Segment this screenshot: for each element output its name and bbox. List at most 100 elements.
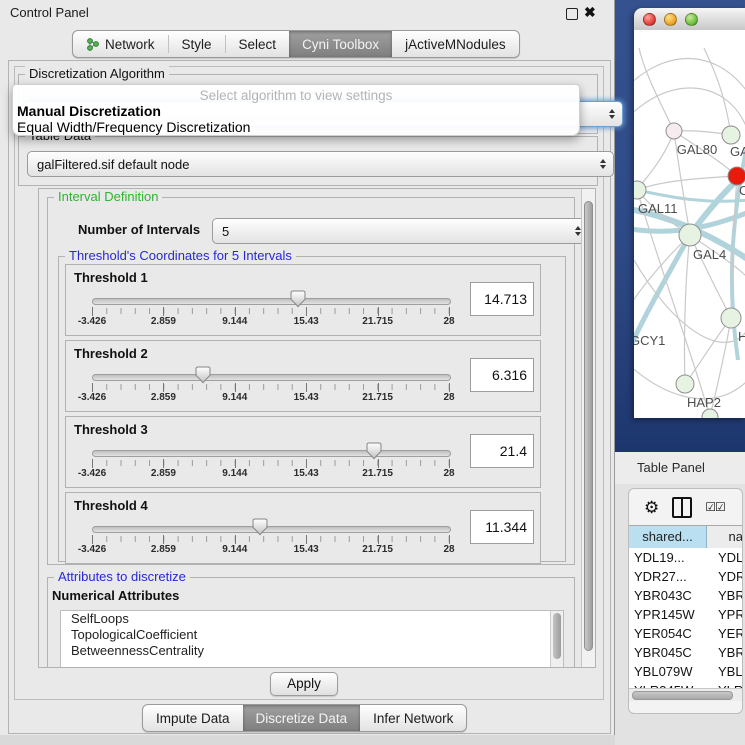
slider-tick-label: 9.144: [222, 316, 247, 327]
slider-major-tick: [378, 535, 379, 544]
slider-handle[interactable]: [290, 290, 306, 308]
top-tab-strip: Network Style Select Cyni ToolboxjActiveMNo…: [72, 30, 520, 58]
slider-major-tick: [449, 307, 450, 316]
threshold-slider[interactable]: -3.4262.8599.14415.4321.71528: [92, 341, 449, 411]
slider-major-tick: [306, 307, 307, 316]
table-row[interactable]: YDL19...YDL1: [629, 548, 743, 567]
tab-impute-data[interactable]: Impute Data: [143, 705, 243, 731]
network-node-gal4[interactable]: [679, 224, 701, 246]
slider-major-tick: [163, 535, 164, 544]
slider-tick-label: -3.426: [78, 468, 106, 479]
slider-major-tick: [378, 307, 379, 316]
number-of-intervals-combo[interactable]: 5: [212, 218, 589, 244]
attribute-item-topologicalcoefficient[interactable]: TopologicalCoefficient: [61, 627, 563, 643]
tab-select[interactable]: Select: [226, 31, 290, 57]
slider-handle[interactable]: [252, 518, 268, 536]
table-row[interactable]: YBR043CYBR0: [629, 586, 743, 605]
group-title: Threshold's Coordinates for 5 Intervals: [65, 248, 296, 263]
table-data-group: Table Data galFiltered.sif default node: [18, 136, 598, 186]
cell-shared-name: YBR043C: [629, 586, 708, 605]
table-horizontal-scrollbar[interactable]: [629, 688, 742, 701]
tab-network[interactable]: Network: [73, 31, 168, 57]
network-node-label: GAL11: [638, 201, 678, 216]
attribute-item-betweennesscentrality[interactable]: BetweennessCentrality: [61, 643, 563, 659]
select-columns-icon[interactable]: ☑☑: [705, 500, 725, 514]
threshold-panel: Threshold 2-3.4262.8599.14415.4321.71528…: [65, 340, 541, 412]
list-scrollbar[interactable]: [550, 611, 563, 667]
tab-discretize-data[interactable]: Discretize Data: [243, 705, 361, 731]
network-node-gal80[interactable]: [666, 123, 682, 139]
popup-option-equal-width-frequency-discretization[interactable]: Equal Width/Frequency Discretization: [16, 119, 576, 135]
tab-jactivemnodules[interactable]: jActiveMNodules: [392, 31, 519, 57]
threshold-slider[interactable]: -3.4262.8599.14415.4321.71528: [92, 265, 449, 335]
tab-infer-network[interactable]: Infer Network: [360, 705, 466, 731]
tab-style[interactable]: Style: [169, 31, 225, 57]
column-header-shared-name[interactable]: shared...: [629, 526, 707, 548]
cell-name: YDR2: [708, 567, 743, 586]
slider-handle[interactable]: [366, 442, 382, 460]
numerical-attributes-list: SelfLoopsTopologicalCoefficientBetweenne…: [60, 610, 564, 668]
table-row[interactable]: YDR27...YDR2: [629, 567, 743, 586]
slider-tick-label: 9.144: [222, 544, 247, 555]
attribute-item-selfloops[interactable]: SelfLoops: [61, 611, 563, 627]
slider-track: [92, 526, 451, 533]
popup-option-manual-discretization[interactable]: Manual Discretization: [16, 103, 576, 119]
threshold-value-field[interactable]: 21.4: [470, 434, 534, 468]
apply-button[interactable]: Apply: [270, 672, 338, 696]
table-row[interactable]: YER054CYER0: [629, 624, 743, 643]
number-of-intervals-value: 5: [222, 224, 229, 239]
network-node-h[interactable]: [721, 308, 741, 328]
mac-zoom-button[interactable]: [685, 13, 698, 26]
network-view-window: GAL80GACGAL11GAL4GCY1HHAP2: [634, 8, 745, 418]
close-icon[interactable]: ✖: [584, 4, 596, 21]
threshold-slider[interactable]: -3.4262.8599.14415.4321.71528: [92, 493, 449, 563]
table-row[interactable]: YBR045CYBR0: [629, 643, 743, 662]
mac-close-button[interactable]: [643, 13, 656, 26]
float-window-icon[interactable]: [566, 8, 578, 20]
threshold-value-field[interactable]: 14.713: [470, 282, 534, 316]
slider-tick-label: -3.426: [78, 544, 106, 555]
scrollbar-thumb[interactable]: [553, 613, 561, 659]
network-node-gal11[interactable]: [634, 181, 646, 199]
slider-track: [92, 374, 451, 381]
slider-handle[interactable]: [195, 366, 211, 384]
split-columns-icon[interactable]: [672, 497, 692, 518]
slider-major-tick: [449, 535, 450, 544]
column-header-name[interactable]: na: [707, 526, 743, 548]
slider-tick-label: -3.426: [78, 392, 106, 403]
threshold-value-field[interactable]: 6.316: [470, 358, 534, 392]
mac-minimize-button[interactable]: [664, 13, 677, 26]
table-data-combo[interactable]: galFiltered.sif default node: [27, 151, 614, 177]
threshold-value-field[interactable]: 11.344: [470, 510, 534, 544]
slider-major-tick: [163, 459, 164, 468]
cell-name: YBR0: [708, 586, 743, 605]
scrollbar-thumb[interactable]: [632, 691, 733, 700]
network-canvas[interactable]: GAL80GACGAL11GAL4GCY1HHAP2: [634, 30, 745, 418]
table-row[interactable]: YBL079WYBL0: [629, 662, 743, 681]
cell-shared-name: YER054C: [629, 624, 708, 643]
tab-label: Network: [105, 37, 155, 52]
combo-stepper-icon: [600, 159, 606, 169]
gear-icon[interactable]: ⚙: [644, 499, 659, 516]
main-scrollbar[interactable]: [581, 189, 595, 667]
slider-tick-label: 15.43: [294, 392, 319, 403]
network-node[interactable]: [702, 409, 718, 418]
slider-tick-label: 2.859: [151, 544, 176, 555]
slider-major-tick: [163, 307, 164, 316]
slider-tick-label: 28: [443, 544, 454, 555]
tab-cyni-toolbox[interactable]: Cyni Toolbox: [289, 31, 392, 57]
threshold-slider[interactable]: -3.4262.8599.14415.4321.71528: [92, 417, 449, 487]
network-node-ga[interactable]: [722, 126, 740, 144]
slider-tick-label: 15.43: [294, 316, 319, 327]
scrollbar-thumb[interactable]: [584, 201, 593, 651]
slider-major-tick: [306, 383, 307, 392]
table-row[interactable]: YPR145WYPR1: [629, 605, 743, 624]
table-panel-box: ⚙ ☑☑ shared...na YDL19...YDL1YDR27...YDR…: [628, 488, 743, 714]
cell-shared-name: YDL19...: [629, 548, 708, 567]
network-node-hap2[interactable]: [676, 375, 694, 393]
popup-option-list: Manual DiscretizationEqual Width/Frequen…: [16, 103, 576, 135]
tab-label: Select: [239, 37, 277, 52]
threshold-list: Threshold 1-3.4262.8599.14415.4321.71528…: [65, 264, 541, 568]
network-window-titlebar[interactable]: [634, 8, 745, 31]
slider-major-tick: [92, 307, 93, 316]
